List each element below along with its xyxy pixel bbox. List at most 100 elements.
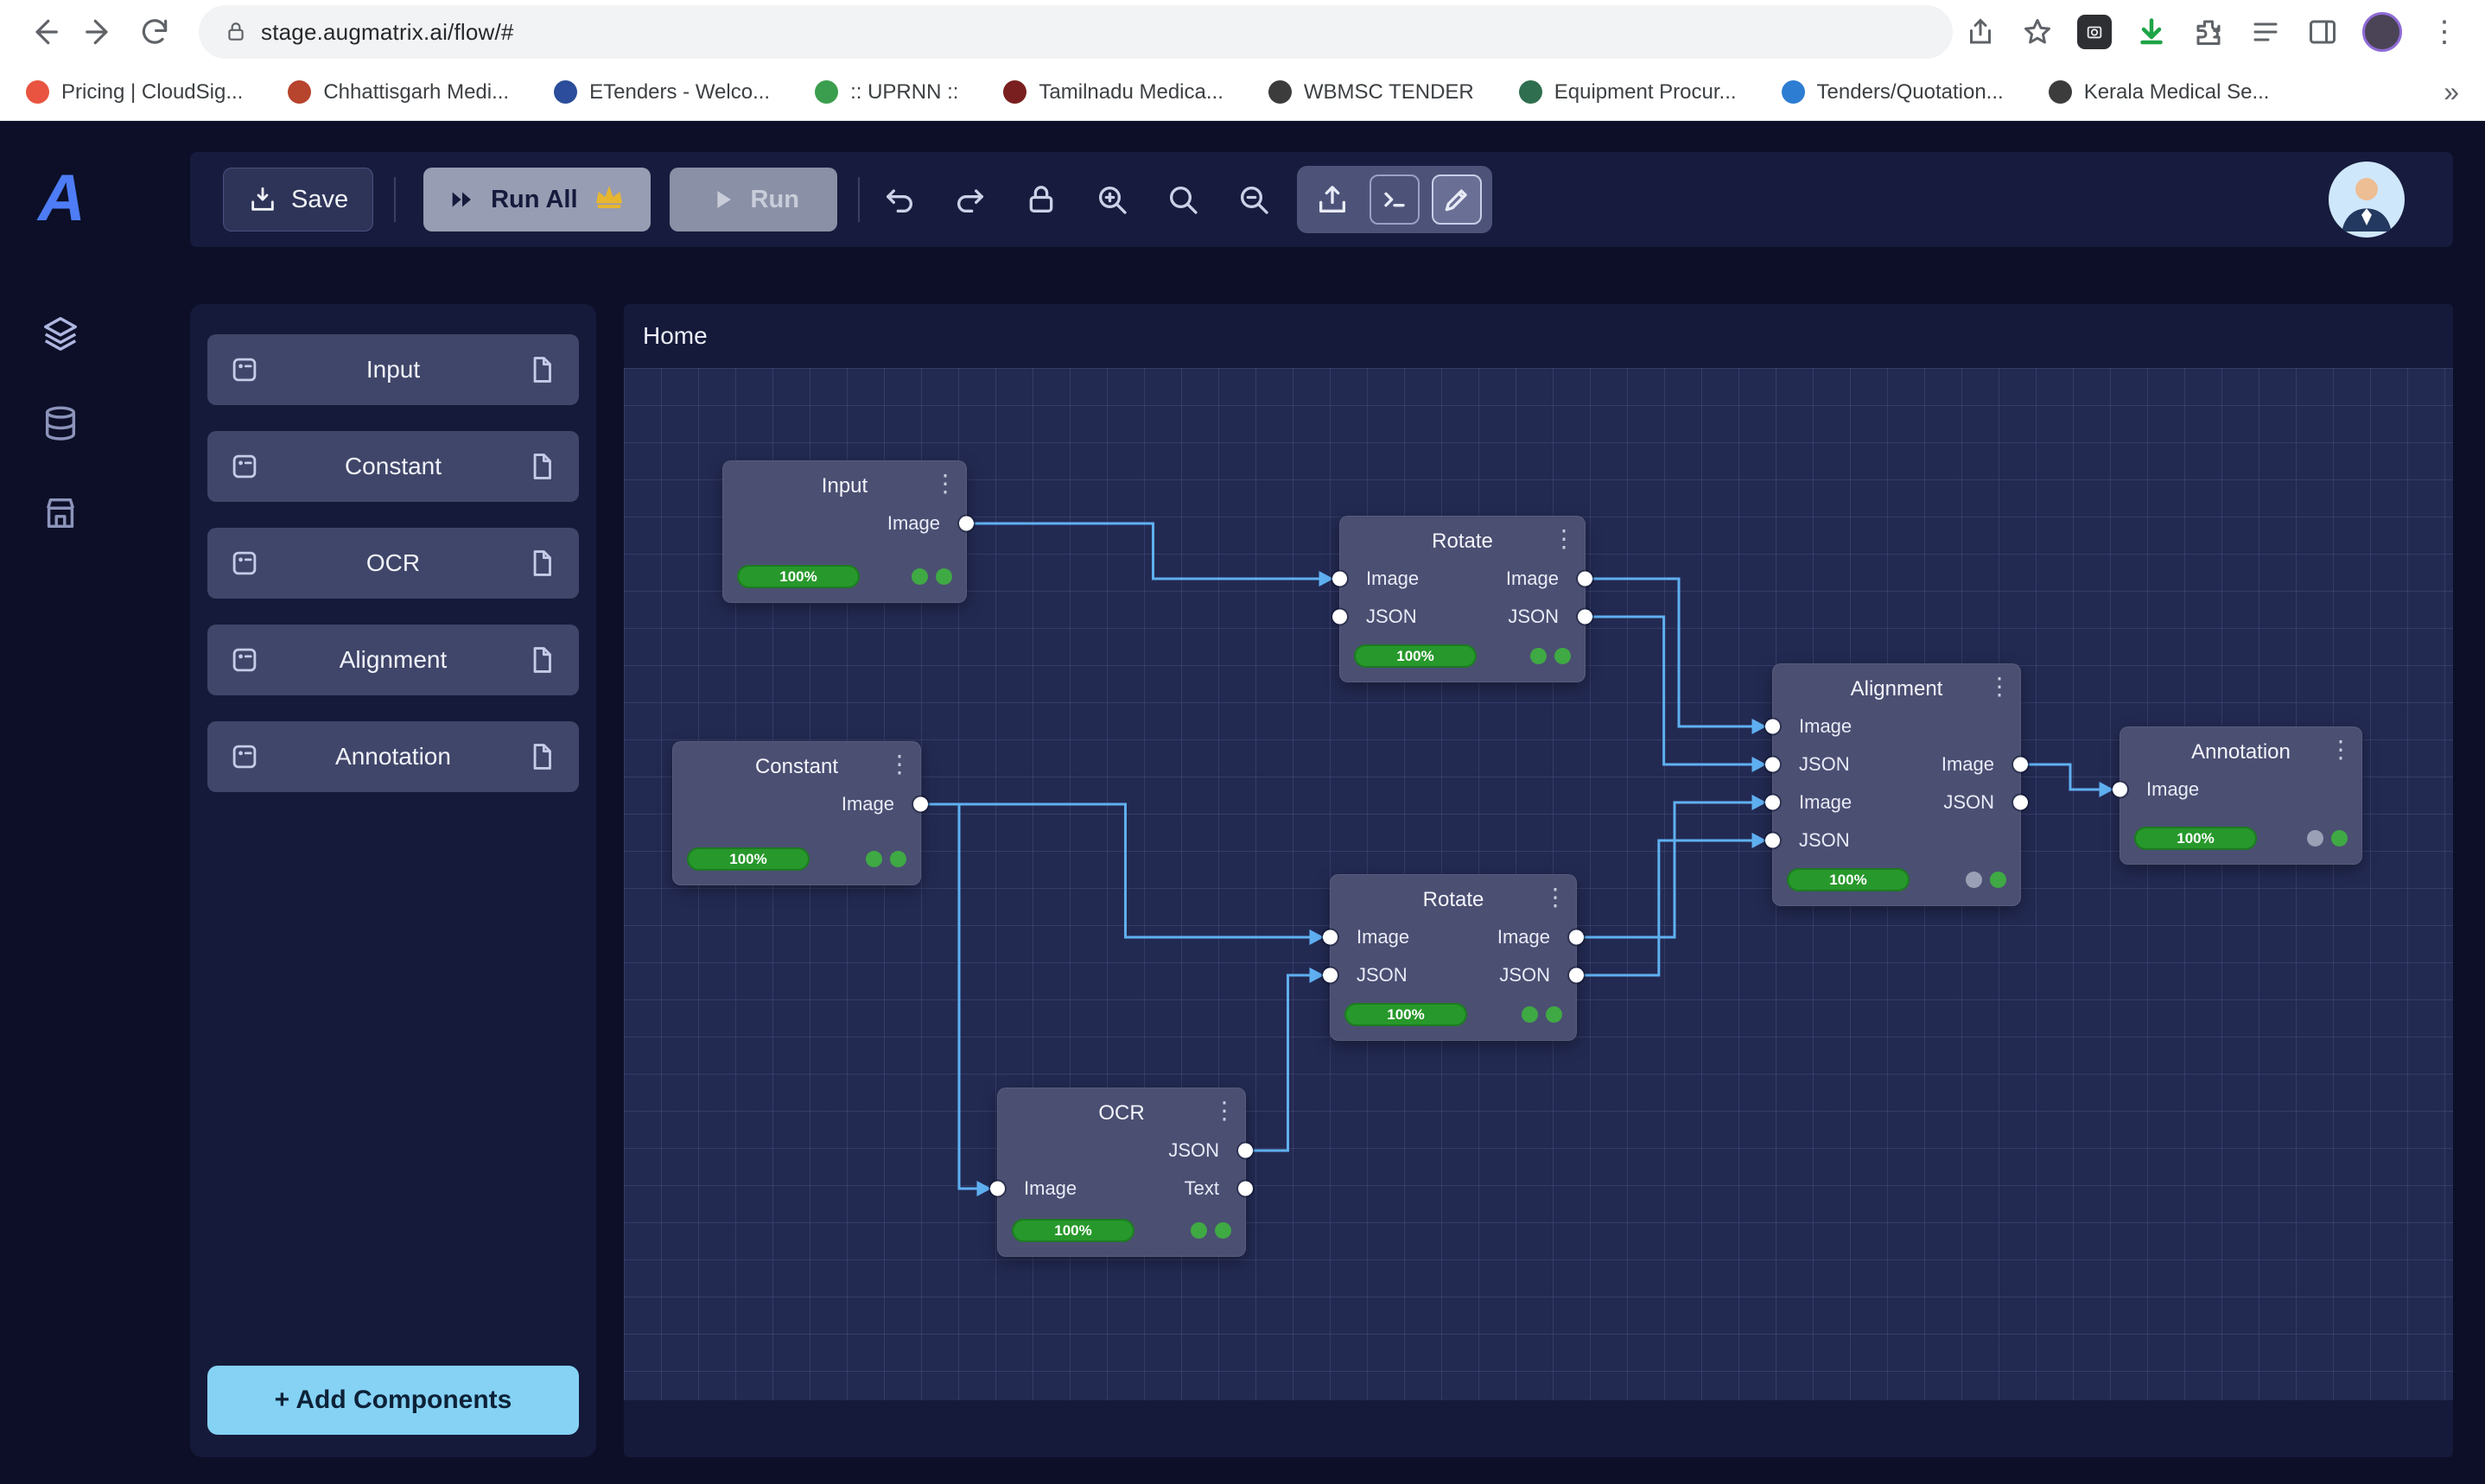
bookmark-item[interactable]: Tenders/Quotation...: [1782, 80, 2004, 105]
node-menu-icon[interactable]: ⋮: [1212, 1099, 1236, 1123]
output-port[interactable]: [959, 517, 974, 531]
component-item-constant[interactable]: Constant: [207, 431, 579, 502]
edit-icon[interactable]: [1432, 174, 1482, 225]
input-port[interactable]: [1765, 834, 1780, 848]
deploy-icon[interactable]: [1307, 174, 1357, 225]
share-icon[interactable]: [1963, 15, 1998, 49]
port-row: JSON: [1773, 821, 2020, 859]
flow-node-input[interactable]: Input⋮Image100%: [722, 460, 967, 603]
bookmark-favicon: [1519, 80, 1542, 104]
output-port[interactable]: [1578, 610, 1592, 625]
output-port[interactable]: [1569, 930, 1584, 945]
run-all-button[interactable]: Run All: [423, 168, 650, 231]
component-label: Constant: [261, 453, 525, 480]
bookmark-favicon: [2049, 80, 2072, 104]
search-icon[interactable]: [1164, 181, 1202, 219]
status-dot-green: [1554, 648, 1571, 664]
browser-menu-icon[interactable]: ⋮: [2425, 17, 2464, 47]
add-components-button[interactable]: + Add Components: [207, 1366, 579, 1435]
status-dot-green: [936, 568, 952, 585]
output-port[interactable]: [1238, 1182, 1253, 1196]
progress-bar: 100%: [1344, 1003, 1467, 1026]
status-dot-green: [890, 851, 906, 867]
node-footer: 100%: [1773, 859, 2020, 905]
input-port[interactable]: [1323, 968, 1338, 983]
status-dot-green: [1191, 1222, 1207, 1239]
component-item-ocr[interactable]: OCR: [207, 528, 579, 599]
bookmark-item[interactable]: Pricing | CloudSig...: [26, 80, 243, 105]
output-port[interactable]: [913, 797, 928, 812]
component-item-annotation[interactable]: Annotation: [207, 721, 579, 792]
download-extension-icon[interactable]: [2134, 15, 2169, 49]
flow-canvas[interactable]: Input⋮Image100%Rotate⋮ImageImageJSONJSON…: [624, 368, 2453, 1400]
component-item-alignment[interactable]: Alignment: [207, 625, 579, 695]
input-port[interactable]: [1332, 610, 1347, 625]
flow-node-constant[interactable]: Constant⋮Image100%: [672, 741, 921, 885]
status-dots: [1522, 1006, 1562, 1023]
flow-node-annotation[interactable]: Annotation⋮Image100%: [2120, 726, 2362, 865]
bookmark-item[interactable]: Equipment Procur...: [1519, 80, 1737, 105]
bookmark-item[interactable]: Tamilnadu Medica...: [1003, 80, 1223, 105]
run-icon: [708, 185, 737, 214]
terminal-icon[interactable]: [1370, 174, 1420, 225]
run-button[interactable]: Run: [670, 168, 837, 231]
input-port[interactable]: [1332, 572, 1347, 587]
component-icon: [228, 644, 261, 676]
bookmark-label: Tenders/Quotation...: [1817, 80, 2004, 105]
back-button[interactable]: [21, 9, 67, 55]
output-port[interactable]: [2013, 758, 2028, 772]
redo-icon[interactable]: [951, 181, 989, 219]
bookmark-item[interactable]: :: UPRNN ::: [815, 80, 958, 105]
zoom-out-icon[interactable]: [1235, 181, 1273, 219]
input-port[interactable]: [1765, 758, 1780, 772]
bookmark-item[interactable]: ETenders - Welco...: [554, 80, 770, 105]
lock-icon[interactable]: [1022, 181, 1060, 219]
output-port[interactable]: [1578, 572, 1592, 587]
output-port[interactable]: [1569, 968, 1584, 983]
extensions-puzzle-icon[interactable]: [2191, 15, 2226, 49]
flow-node-rotate2[interactable]: Rotate⋮ImageImageJSONJSON100%: [1330, 874, 1577, 1041]
input-port[interactable]: [1765, 796, 1780, 810]
flow-node-ocr[interactable]: OCR⋮JSONImageText100%: [997, 1088, 1246, 1257]
flow-node-rotate1[interactable]: Rotate⋮ImageImageJSONJSON100%: [1339, 516, 1586, 682]
port-row: JSON: [998, 1132, 1245, 1170]
input-port[interactable]: [990, 1182, 1005, 1196]
zoom-in-icon[interactable]: [1093, 181, 1131, 219]
bookmark-item[interactable]: WBMSC TENDER: [1268, 80, 1474, 105]
undo-icon[interactable]: [880, 181, 918, 219]
address-bar[interactable]: stage.augmatrix.ai/flow/#: [199, 5, 1953, 59]
node-menu-icon[interactable]: ⋮: [1987, 675, 2012, 699]
output-port[interactable]: [1238, 1144, 1253, 1158]
database-icon[interactable]: [41, 403, 80, 443]
screenshot-extension-icon[interactable]: [2077, 15, 2112, 49]
status-dots: [1966, 872, 2006, 888]
side-panel-icon[interactable]: [2305, 15, 2340, 49]
bookmark-star-icon[interactable]: [2020, 15, 2055, 49]
port-row: Image: [2120, 771, 2361, 809]
bookmark-item[interactable]: Chhattisgarh Medi...: [288, 80, 509, 105]
bookmarks-overflow-chevron[interactable]: »: [2423, 76, 2459, 108]
node-menu-icon[interactable]: ⋮: [887, 752, 912, 777]
node-menu-icon[interactable]: ⋮: [1543, 885, 1567, 910]
reload-button[interactable]: [131, 9, 178, 55]
browser-profile-avatar[interactable]: [2362, 12, 2402, 52]
app-logo[interactable]: A: [38, 161, 82, 236]
forward-button[interactable]: [76, 9, 123, 55]
node-title: Input⋮: [723, 461, 966, 504]
input-port[interactable]: [2113, 783, 2127, 797]
user-avatar[interactable]: [2329, 162, 2405, 238]
output-port[interactable]: [2013, 796, 2028, 810]
reading-list-icon[interactable]: [2248, 15, 2283, 49]
node-menu-icon[interactable]: ⋮: [933, 472, 957, 496]
save-button[interactable]: Save: [223, 168, 373, 231]
layers-icon[interactable]: [41, 314, 80, 353]
app-main: Save Run All Run: [120, 121, 2485, 1484]
node-menu-icon[interactable]: ⋮: [2329, 738, 2353, 762]
component-item-input[interactable]: Input: [207, 334, 579, 405]
marketplace-icon[interactable]: [41, 493, 80, 533]
node-menu-icon[interactable]: ⋮: [1552, 527, 1576, 551]
input-port[interactable]: [1323, 930, 1338, 945]
bookmark-item[interactable]: Kerala Medical Se...: [2049, 80, 2270, 105]
flow-node-alignment[interactable]: Alignment⋮ImageJSONImageImageJSONJSON100…: [1772, 663, 2021, 906]
input-port[interactable]: [1765, 720, 1780, 734]
